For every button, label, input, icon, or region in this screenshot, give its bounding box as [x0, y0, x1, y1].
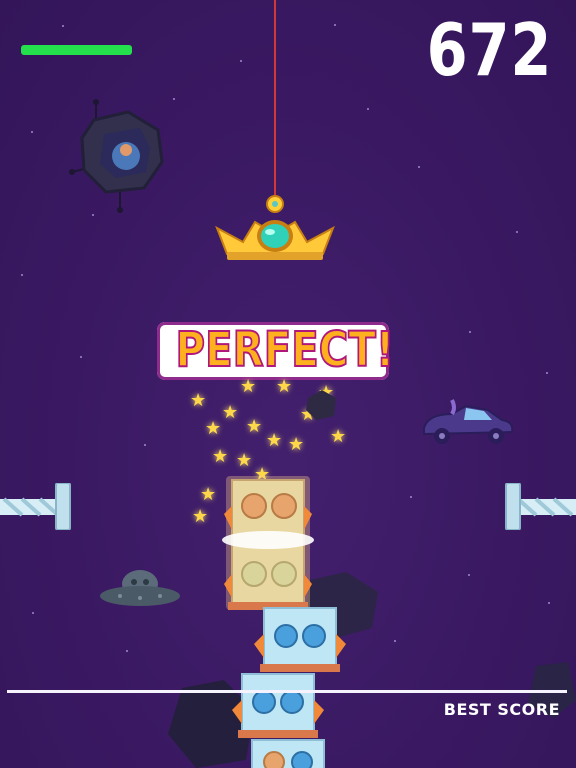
star-icon: ★	[330, 426, 347, 447]
star-icon: ★	[266, 430, 283, 451]
ufo-icon	[100, 570, 180, 606]
right-pole	[505, 483, 576, 530]
asteroid-pod-icon	[69, 99, 164, 213]
small-asteroid	[306, 390, 336, 420]
best-score-label: BEST SCORE	[443, 700, 560, 719]
tower-block	[251, 739, 325, 768]
tower-block	[254, 607, 346, 672]
score-counter: 672	[426, 8, 552, 92]
perfect-label: PERFECT!	[175, 322, 395, 378]
best-score-line	[7, 690, 567, 693]
tower-block	[232, 673, 324, 738]
star-icon: ★	[190, 390, 207, 411]
star-icon: ★	[246, 416, 263, 437]
star-icon: ★	[212, 446, 229, 467]
star-icon: ★	[222, 402, 239, 423]
star-icon: ★	[200, 484, 217, 505]
star-icon: ★	[236, 450, 253, 471]
star-icon: ★	[192, 506, 209, 527]
game-stage[interactable]: 672 PERFECT! ★ ★ ★ ★ ★ ★ ★ ★ ★ ★ ★ ★ ★ ★…	[0, 0, 576, 768]
tower-block-top	[222, 476, 314, 610]
star-icon: ★	[240, 376, 257, 397]
health-bar	[21, 45, 132, 55]
star-icon: ★	[288, 434, 305, 455]
space-car-icon	[423, 399, 514, 444]
crown-hook-icon[interactable]	[215, 192, 335, 264]
star-icon: ★	[205, 418, 222, 439]
star-icon: ★	[276, 376, 293, 397]
perfect-banner: PERFECT!	[157, 322, 395, 380]
crane-rope	[274, 0, 276, 196]
left-pole	[0, 483, 71, 530]
